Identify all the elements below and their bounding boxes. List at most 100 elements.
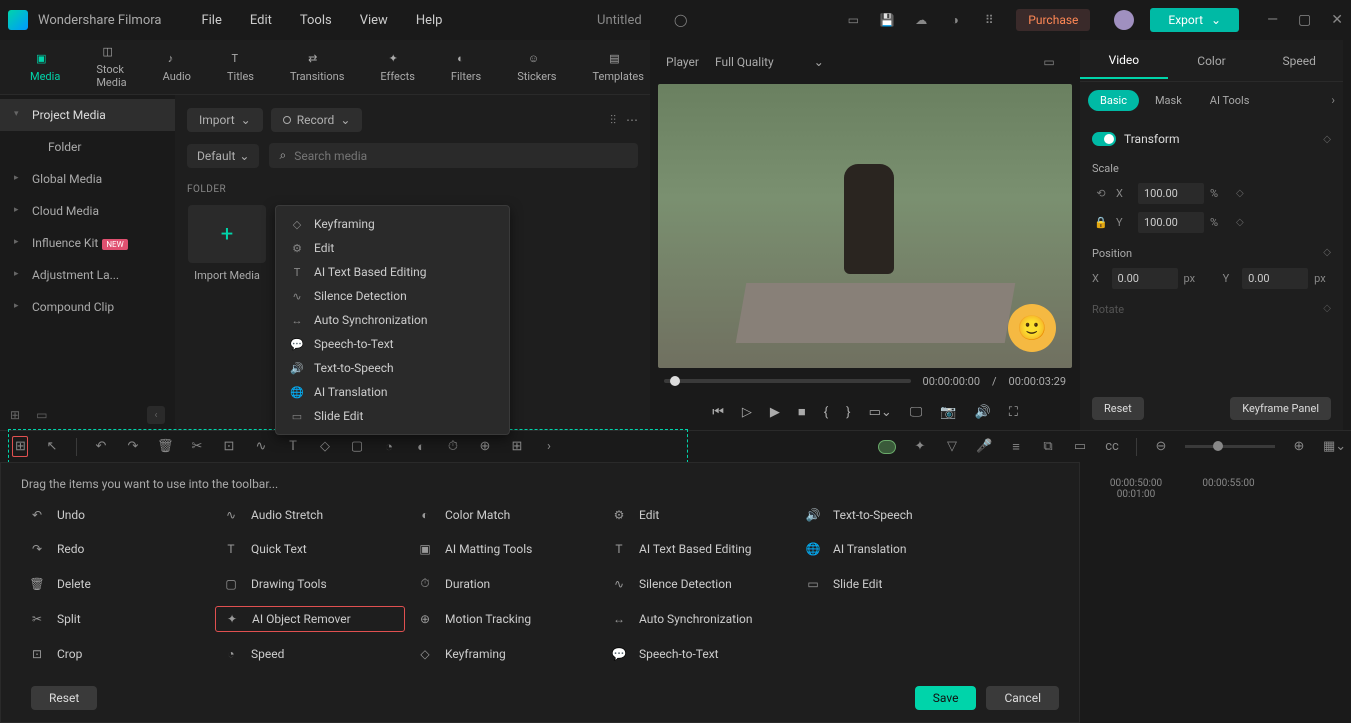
tab-color[interactable]: Color: [1168, 44, 1256, 78]
redo-icon[interactable]: ↷: [125, 439, 141, 454]
tool-color-match[interactable]: ◐Color Match: [409, 503, 599, 527]
collapse-sidebar-button[interactable]: ‹: [147, 406, 165, 424]
tab-titles[interactable]: TTitles: [209, 48, 272, 87]
seek-slider[interactable]: [664, 379, 911, 383]
menu-view[interactable]: View: [348, 7, 400, 34]
ctx-ai-translation[interactable]: 🌐AI Translation: [276, 380, 509, 404]
tool-text-to-speech[interactable]: 🔊Text-to-Speech: [797, 503, 987, 527]
scale-x-input[interactable]: [1138, 183, 1204, 204]
sidebar-item-cloud-media[interactable]: ▸Cloud Media: [0, 195, 175, 227]
sidebar-item-project-media[interactable]: ▾Project Media: [0, 99, 175, 131]
tool-speech-to-text[interactable]: 💬Speech-to-Text: [603, 642, 793, 666]
menu-help[interactable]: Help: [404, 7, 455, 34]
filter-icon[interactable]: ⫶⫶: [610, 113, 616, 128]
user-avatar[interactable]: [1114, 10, 1134, 30]
zoom-out-icon[interactable]: ⊖: [1153, 439, 1169, 454]
tab-video[interactable]: Video: [1080, 43, 1168, 79]
tool-delete[interactable]: 🗑Delete: [21, 571, 211, 596]
ctx-keyframing[interactable]: ◇Keyframing: [276, 212, 509, 236]
reset-toolbar-button[interactable]: Reset: [31, 686, 97, 710]
headphones-icon[interactable]: ◑: [942, 7, 968, 33]
voiceover-icon[interactable]: 🎤: [976, 439, 992, 454]
tab-audio[interactable]: ♪Audio: [145, 48, 209, 87]
preview-settings-icon[interactable]: ▭: [1036, 49, 1062, 75]
purchase-button[interactable]: Purchase: [1016, 9, 1090, 31]
keyframing-icon[interactable]: ◇: [317, 439, 333, 454]
sidebar-item-influence-kit[interactable]: ▸Influence KitNEW: [0, 227, 175, 259]
apps-icon[interactable]: ⠿: [976, 7, 1002, 33]
keyframe-icon[interactable]: ◇: [1323, 303, 1331, 316]
keyframe-panel-button[interactable]: Keyframe Panel: [1230, 397, 1331, 420]
tool-edit[interactable]: ⚙Edit: [603, 503, 793, 527]
menu-edit[interactable]: Edit: [238, 7, 284, 34]
group-icon[interactable]: ▭: [1072, 439, 1088, 454]
tool-ai-object-remover[interactable]: ✦AI Object Remover: [215, 606, 405, 632]
subtab-mask[interactable]: Mask: [1143, 90, 1194, 111]
ctx-auto-synchronization[interactable]: ↔Auto Synchronization: [276, 308, 509, 332]
tracking-icon[interactable]: ⊕: [477, 439, 493, 454]
tool-speed[interactable]: ◔Speed: [215, 642, 405, 666]
tab-speed[interactable]: Speed: [1255, 44, 1343, 78]
ratio-icon[interactable]: ▭⌄: [869, 405, 892, 420]
color-icon[interactable]: ◐: [413, 439, 429, 455]
text-icon[interactable]: T: [285, 439, 301, 454]
link-icon[interactable]: ⟲: [1092, 187, 1110, 200]
tool-redo[interactable]: ↷Redo: [21, 537, 211, 561]
tab-effects[interactable]: ✦Effects: [362, 48, 433, 87]
marker-tool-icon[interactable]: ✦: [912, 439, 928, 454]
tool-ai-matting-tools[interactable]: ▣AI Matting Tools: [409, 537, 599, 561]
reset-button[interactable]: Reset: [1092, 397, 1144, 420]
stop-icon[interactable]: ■: [798, 404, 806, 420]
tool-drawing-tools[interactable]: ▢Drawing Tools: [215, 571, 405, 596]
maximize-button[interactable]: ▢: [1298, 12, 1311, 28]
marker-icon[interactable]: ▽: [944, 439, 960, 454]
preview-viewport[interactable]: 🙂: [658, 84, 1072, 368]
tab-transitions[interactable]: ⇄Transitions: [272, 48, 362, 87]
drawing-icon[interactable]: ▢: [349, 439, 365, 454]
minimize-button[interactable]: —: [1267, 12, 1278, 28]
sidebar-item-adjustment-layer[interactable]: ▸Adjustment La...: [0, 259, 175, 291]
save-icon[interactable]: 💾: [874, 7, 900, 33]
export-button[interactable]: Export⌄: [1150, 8, 1239, 32]
keyframe-icon[interactable]: ◇: [1323, 134, 1331, 145]
tab-filters[interactable]: ◐Filters: [433, 48, 499, 87]
crop-icon[interactable]: ⊡: [221, 439, 237, 454]
audio-mixer-icon[interactable]: ≡: [1008, 439, 1024, 455]
timeline-ruler[interactable]: 00:00:50:00 00:00:55:00 00:01:00: [1091, 470, 1351, 515]
cancel-toolbar-button[interactable]: Cancel: [986, 686, 1059, 710]
keyframe-icon[interactable]: ◇: [1236, 188, 1244, 199]
fullscreen-icon[interactable]: ⛶: [1009, 405, 1018, 420]
split-icon[interactable]: ✂: [189, 439, 205, 454]
sidebar-item-global-media[interactable]: ▸Global Media: [0, 163, 175, 195]
tool-silence-detection[interactable]: ∿Silence Detection: [603, 571, 793, 596]
transform-toggle[interactable]: [1092, 132, 1116, 146]
ctx-speech-to-text[interactable]: 💬Speech-to-Text: [276, 332, 509, 356]
menu-tools[interactable]: Tools: [288, 7, 344, 34]
sort-dropdown[interactable]: Default⌄: [187, 144, 259, 168]
undo-icon[interactable]: ↶: [93, 439, 109, 454]
close-button[interactable]: ✕: [1331, 12, 1343, 28]
subtab-basic[interactable]: Basic: [1088, 90, 1139, 111]
player-label[interactable]: Player: [666, 55, 699, 69]
snapshot-icon[interactable]: 📷: [940, 405, 956, 420]
overflow-icon[interactable]: ›: [541, 439, 557, 454]
keyframe-icon[interactable]: ◇: [1236, 217, 1244, 228]
save-toolbar-button[interactable]: Save: [915, 686, 977, 710]
next-subtab-icon[interactable]: ›: [1331, 93, 1335, 107]
layout-icon[interactable]: ▭: [840, 7, 866, 33]
link-clips-icon[interactable]: ⧉: [1040, 439, 1056, 454]
mark-in-icon[interactable]: {: [824, 405, 828, 420]
pointer-tool-icon[interactable]: ↖: [44, 439, 60, 454]
record-button[interactable]: Record⌄: [271, 108, 363, 132]
tool-audio-stretch[interactable]: ∿Audio Stretch: [215, 503, 405, 527]
render-indicator-icon[interactable]: [878, 440, 896, 454]
subtab-ai-tools[interactable]: AI Tools: [1198, 90, 1262, 111]
play-forward-icon[interactable]: ▶: [770, 405, 780, 420]
tab-stickers[interactable]: ☺Stickers: [499, 48, 574, 87]
tool-slide-edit[interactable]: ▭Slide Edit: [797, 571, 987, 596]
tool-split[interactable]: ✂Split: [21, 606, 211, 632]
audio-stretch-icon[interactable]: ∿: [253, 439, 269, 454]
customize-toolbar-icon[interactable]: ⊞: [12, 436, 28, 457]
caption-icon[interactable]: cc: [1104, 439, 1120, 454]
keyframe-icon[interactable]: ◇: [1323, 247, 1331, 260]
